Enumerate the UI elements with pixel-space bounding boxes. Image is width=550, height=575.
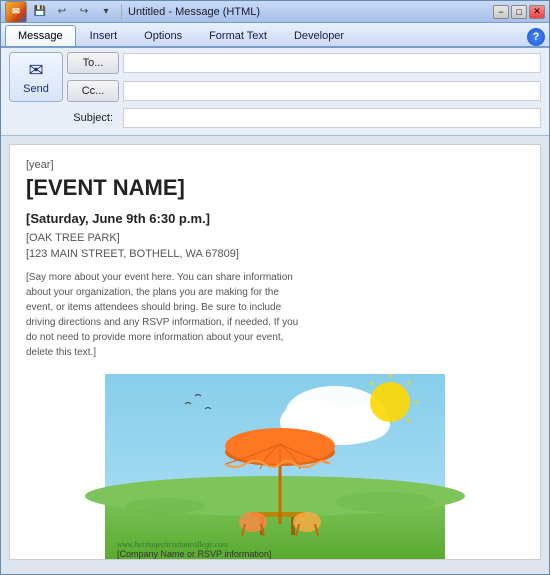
tab-message[interactable]: Message — [5, 25, 76, 46]
cc-button[interactable]: Cc... — [67, 80, 119, 102]
office-logo[interactable]: ✉ — [5, 1, 27, 23]
tab-format-text[interactable]: Format Text — [196, 25, 280, 46]
tab-insert[interactable]: Insert — [77, 25, 131, 46]
svg-text:www.heritaqechristiancollege.c: www.heritaqechristiancollege.com — [117, 540, 228, 549]
title-controls: − □ ✕ — [493, 5, 545, 19]
undo-quick-btn[interactable]: ↩ — [53, 3, 71, 21]
ribbon: Message Insert Options Format Text Devel… — [1, 23, 549, 48]
form-fields: To... Cc... Subject: — [67, 52, 541, 131]
event-location: [OAK TREE PARK] — [26, 232, 524, 244]
event-address: [123 MAIN STREET, BOTHELL, WA 67809] — [26, 248, 524, 260]
separator — [121, 4, 122, 20]
more-quick-btn[interactable]: ▾ — [97, 3, 115, 21]
to-button[interactable]: To... — [67, 52, 119, 74]
email-text-area: [year] [EVENT NAME] [Saturday, June 9th … — [10, 145, 540, 374]
minimize-button[interactable]: − — [493, 5, 509, 19]
beach-svg: www.heritaqechristiancollege.com [Compan… — [10, 374, 540, 559]
form-area: ✉ Send To... Cc... Subject: — [1, 48, 549, 136]
beach-scene: www.heritaqechristiancollege.com [Compan… — [10, 374, 540, 559]
event-name: [EVENT NAME] — [26, 175, 524, 201]
tab-developer[interactable]: Developer — [281, 25, 357, 46]
title-bar: ✉ 💾 ↩ ↪ ▾ Untitled - Message (HTML) − □ … — [1, 1, 549, 23]
help-button[interactable]: ? — [527, 28, 545, 46]
ribbon-tabs: Message Insert Options Format Text Devel… — [1, 23, 549, 46]
send-button[interactable]: ✉ Send — [9, 52, 63, 102]
tab-options[interactable]: Options — [131, 25, 195, 46]
send-icon: ✉ — [28, 60, 43, 81]
subject-label: Subject: — [67, 112, 119, 124]
title-bar-left: ✉ 💾 ↩ ↪ ▾ Untitled - Message (HTML) — [5, 1, 260, 23]
subject-input[interactable] — [123, 108, 541, 128]
to-input[interactable] — [123, 53, 541, 73]
event-description: [Say more about your event here. You can… — [26, 270, 306, 360]
cc-row: Cc... — [67, 80, 541, 102]
email-content[interactable]: [year] [EVENT NAME] [Saturday, June 9th … — [1, 136, 549, 574]
redo-quick-btn[interactable]: ↪ — [75, 3, 93, 21]
svg-text:[Company Name or RSVP informat: [Company Name or RSVP information] — [117, 549, 271, 559]
cc-input[interactable] — [123, 81, 541, 101]
close-button[interactable]: ✕ — [529, 5, 545, 19]
window-title: Untitled - Message (HTML) — [128, 6, 260, 18]
event-date: [Saturday, June 9th 6:30 p.m.] — [26, 211, 524, 226]
email-body: [year] [EVENT NAME] [Saturday, June 9th … — [9, 144, 541, 560]
to-row: To... — [67, 52, 541, 74]
app-window: ✉ 💾 ↩ ↪ ▾ Untitled - Message (HTML) − □ … — [0, 0, 550, 575]
maximize-button[interactable]: □ — [511, 5, 527, 19]
year-text: [year] — [26, 159, 524, 171]
subject-row: Subject: — [67, 108, 541, 128]
send-label: Send — [23, 83, 49, 95]
save-quick-btn[interactable]: 💾 — [31, 3, 49, 21]
